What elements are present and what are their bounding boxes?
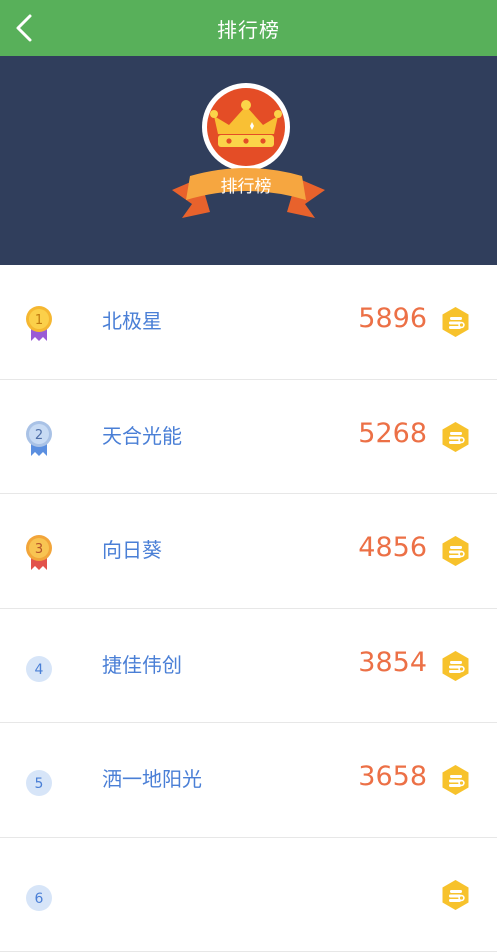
coin-icon bbox=[441, 535, 470, 567]
svg-text:5: 5 bbox=[35, 776, 44, 792]
coin-icon bbox=[441, 421, 470, 453]
ranking-row[interactable]: 5 洒一地阳光 3658 bbox=[0, 723, 497, 838]
ranking-banner: 排行榜 bbox=[0, 56, 497, 265]
ranking-name: 捷佳伟创 bbox=[102, 649, 182, 678]
rank-medal-icon: 2 bbox=[22, 418, 56, 456]
coin-icon bbox=[441, 879, 470, 911]
svg-text:1: 1 bbox=[35, 313, 43, 328]
coin-icon bbox=[441, 650, 470, 682]
ranking-score: 3854 bbox=[358, 647, 427, 678]
ranking-row[interactable]: 2 天合光能 5268 bbox=[0, 380, 497, 495]
ribbon-label: 排行榜 bbox=[221, 177, 272, 197]
ranking-score: 4856 bbox=[358, 532, 427, 563]
rank-medal-icon: 6 bbox=[22, 882, 56, 920]
ranking-row[interactable]: 6 bbox=[0, 838, 497, 952]
rank-medal-icon: 4 bbox=[22, 653, 56, 691]
rank-medal-icon: 1 bbox=[22, 303, 56, 341]
ranking-score: 3658 bbox=[358, 761, 427, 792]
ranking-name: 北极星 bbox=[102, 305, 162, 334]
coin-icon bbox=[441, 764, 470, 796]
svg-text:2: 2 bbox=[35, 428, 43, 443]
coin-icon bbox=[441, 306, 470, 338]
ranking-name: 洒一地阳光 bbox=[102, 763, 202, 792]
ranking-list: 1 北极星 5896 2 天合光能 5268 bbox=[0, 265, 497, 952]
ranking-row[interactable]: 3 向日葵 4856 bbox=[0, 494, 497, 609]
top-bar: 排行榜 bbox=[0, 0, 497, 56]
ranking-row[interactable]: 4 捷佳伟创 3854 bbox=[0, 609, 497, 724]
page-title: 排行榜 bbox=[217, 14, 280, 43]
back-arrow-icon[interactable] bbox=[10, 12, 38, 44]
rank-medal-icon: 5 bbox=[22, 767, 56, 805]
ranking-score: 5896 bbox=[358, 303, 427, 334]
svg-text:4: 4 bbox=[35, 662, 44, 678]
crown-emblem: 排行榜 bbox=[0, 56, 497, 265]
ranking-row[interactable]: 1 北极星 5896 bbox=[0, 265, 497, 380]
ranking-name: 天合光能 bbox=[102, 420, 182, 449]
rank-medal-icon: 3 bbox=[22, 532, 56, 570]
ranking-score: 5268 bbox=[358, 418, 427, 449]
svg-text:6: 6 bbox=[35, 891, 44, 907]
svg-text:3: 3 bbox=[35, 542, 43, 557]
ranking-name: 向日葵 bbox=[102, 534, 162, 563]
